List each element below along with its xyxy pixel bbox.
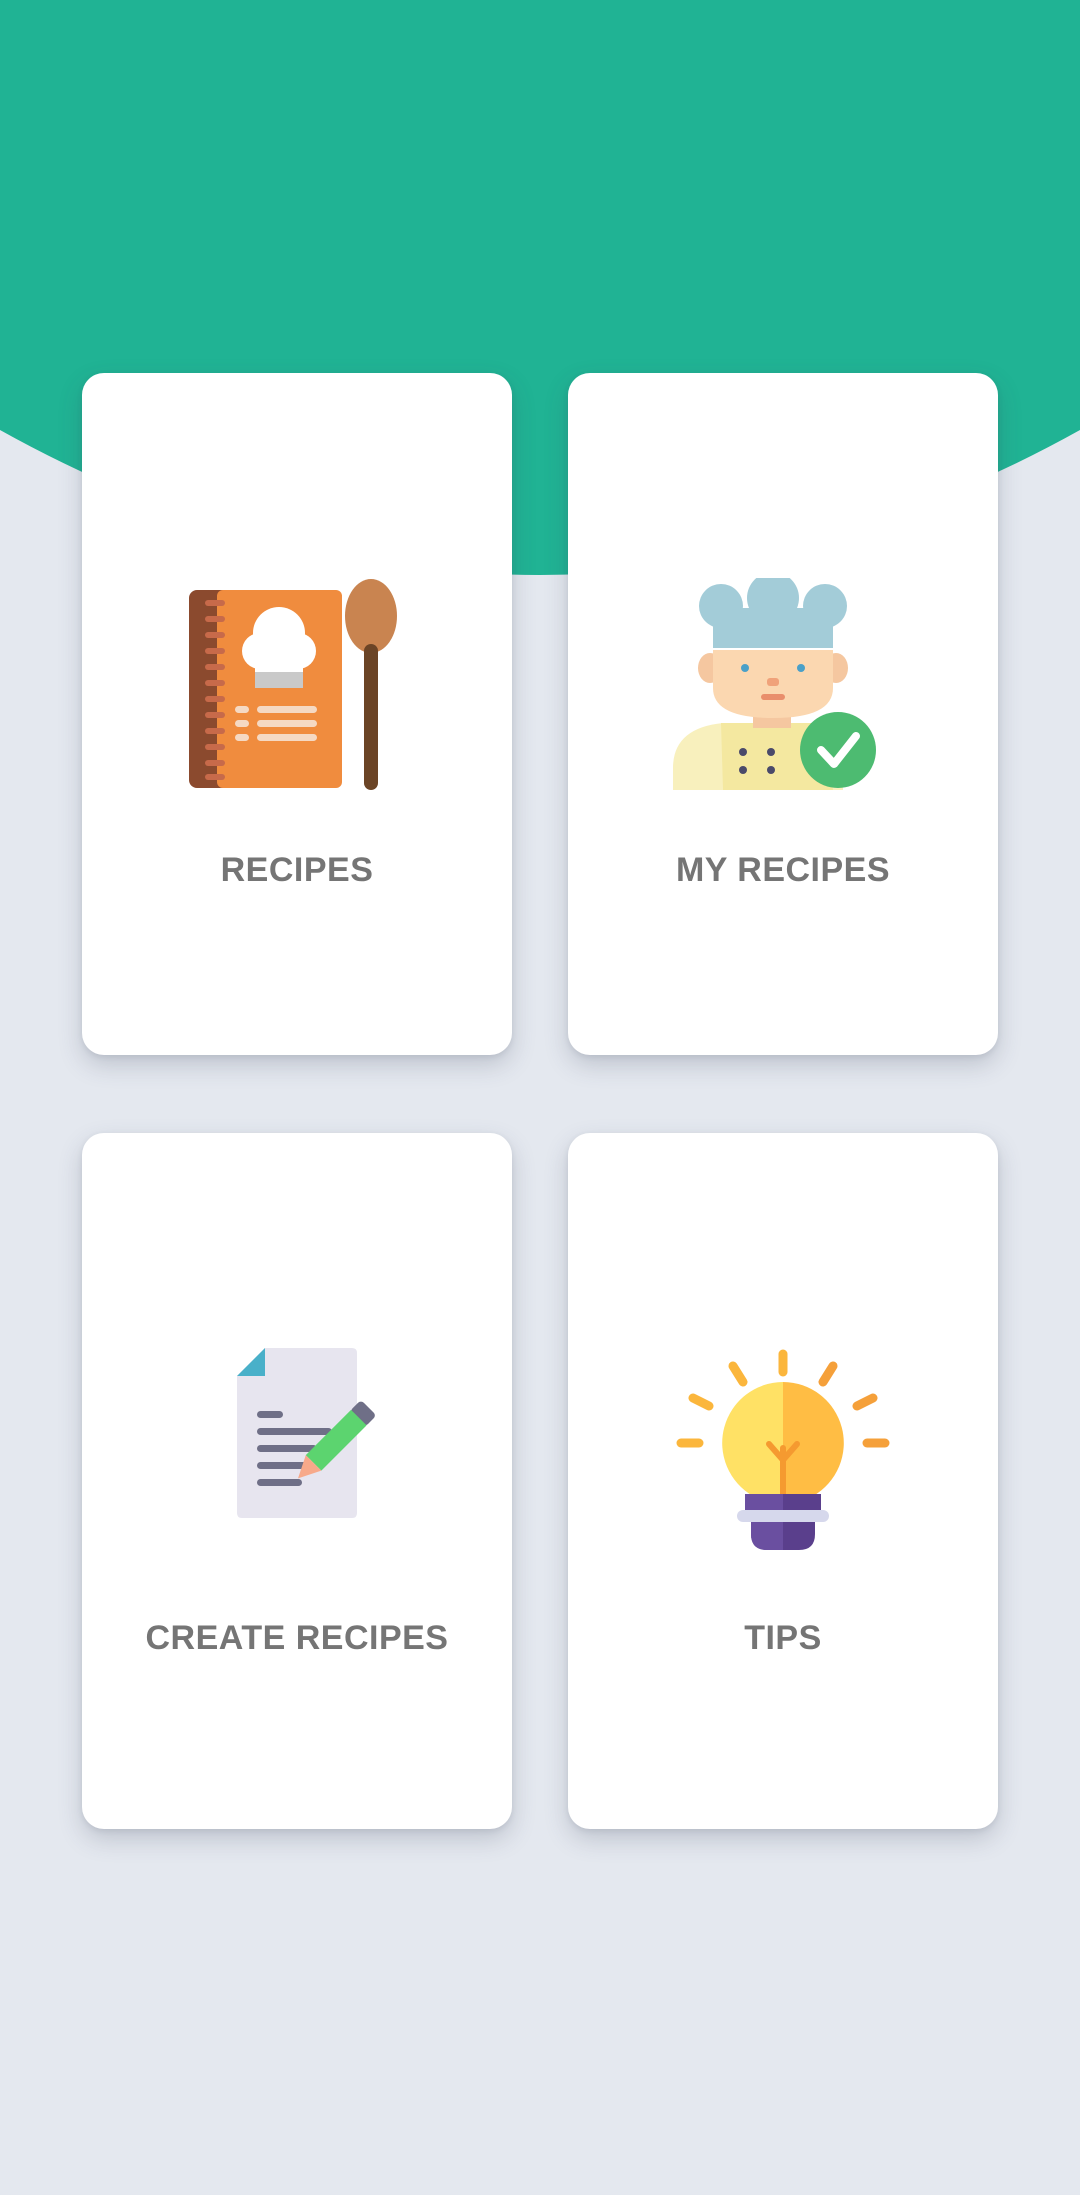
my-recipes-card[interactable]: MY RECIPES xyxy=(568,373,998,1055)
chef-verified-icon xyxy=(673,578,876,790)
document-pencil-icon xyxy=(237,1348,375,1518)
tips-card[interactable]: TIPS xyxy=(568,1133,998,1829)
recipes-label: RECIPES xyxy=(220,851,374,889)
lightbulb-icon xyxy=(676,1349,890,1550)
tips-label: TIPS xyxy=(744,1619,822,1657)
create-recipes-card[interactable]: CREATE RECIPES xyxy=(82,1133,512,1829)
my-recipes-label: MY RECIPES xyxy=(675,851,891,889)
recipes-card[interactable]: RECIPES xyxy=(82,373,512,1055)
recipe-book-icon xyxy=(189,579,397,790)
create-recipes-label: CREATE RECIPES xyxy=(145,1619,449,1657)
menu-grid: RECIPES MY RECIPES CREATE RECIPES TIPS xyxy=(0,0,1080,2195)
